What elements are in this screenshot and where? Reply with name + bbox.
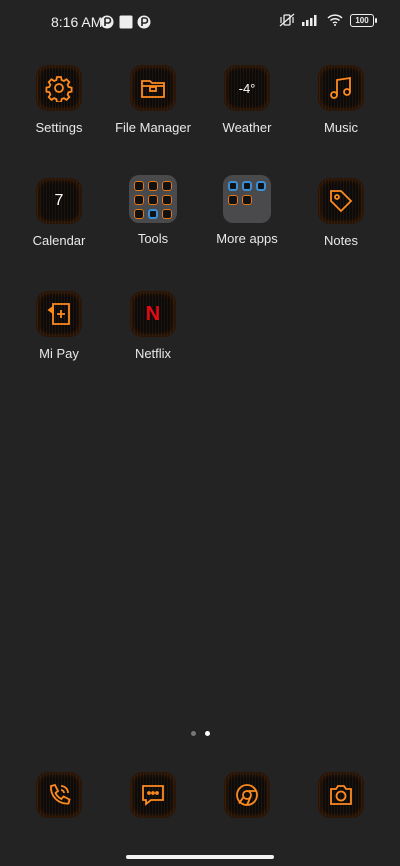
app-weather[interactable]: -4° Weather [200, 66, 294, 135]
app-label: Music [324, 120, 358, 135]
mini-app-icon [134, 209, 144, 219]
vibrate-icon [279, 13, 295, 27]
folder-icon [131, 66, 175, 110]
app-label: File Manager [115, 120, 191, 135]
app-file-manager[interactable]: File Manager [106, 66, 200, 135]
page-dot[interactable] [190, 731, 196, 736]
app-music[interactable]: Music [294, 66, 388, 135]
message-icon [131, 773, 175, 817]
folder-label: More apps [216, 231, 278, 246]
app-label: Settings [35, 120, 83, 135]
folder-tools[interactable]: Tools [106, 175, 200, 246]
app-settings[interactable]: Settings [12, 66, 106, 135]
weather-temperature: -4° [238, 80, 256, 96]
mi-pay-icon [37, 292, 81, 336]
wifi-icon [327, 14, 343, 26]
home-gesture-bar[interactable] [126, 855, 274, 859]
music-note-icon [319, 66, 363, 110]
dock-browser[interactable] [200, 773, 294, 817]
mini-app-icon [162, 209, 172, 219]
weather-icon: -4° [225, 66, 269, 110]
app-label: Mi Pay [39, 346, 79, 361]
notification-app-icon [137, 15, 151, 29]
mini-app-icon [134, 181, 144, 191]
app-notes[interactable]: Notes [294, 179, 388, 248]
browser-icon [225, 773, 269, 817]
app-netflix[interactable]: N Netflix [106, 292, 200, 361]
mini-app-icon [242, 195, 252, 205]
camera-icon [319, 773, 363, 817]
mini-app-icon [148, 181, 158, 191]
folder-more-apps[interactable]: More apps [200, 175, 294, 246]
tag-icon [319, 179, 363, 223]
mini-app-icon [148, 209, 158, 219]
mini-app-icon [242, 181, 252, 191]
mini-app-icon [148, 195, 158, 205]
mini-app-icon [228, 195, 238, 205]
status-bar: 8:16 AM 100 [0, 0, 400, 44]
app-calendar[interactable]: 7 Calendar [12, 179, 106, 248]
app-label: Calendar [32, 233, 86, 248]
app-label: Weather [222, 120, 272, 135]
page-dot-active[interactable] [204, 731, 210, 736]
app-mi-pay[interactable]: Mi Pay [12, 292, 106, 361]
folder-label: Tools [137, 231, 169, 246]
app-label: Notes [324, 233, 358, 248]
dock-phone[interactable] [12, 773, 106, 817]
netflix-logo-letter: N [145, 302, 161, 325]
app-label: Netflix [134, 346, 172, 361]
gear-icon [37, 66, 81, 110]
dock-camera[interactable] [294, 773, 388, 817]
mini-app-icon [134, 195, 144, 205]
mini-app-icon [162, 195, 172, 205]
signal-icon [302, 15, 317, 26]
tools-folder-preview [129, 175, 177, 223]
status-time: 8:16 AM [51, 14, 103, 30]
calendar-day: 7 [54, 192, 64, 209]
mini-app-icon [162, 181, 172, 191]
notification-app-icon [100, 15, 114, 29]
mini-app-icon [228, 181, 238, 191]
notification-square-icon [119, 15, 133, 29]
battery-indicator: 100 [350, 13, 377, 27]
netflix-icon: N [131, 292, 175, 336]
page-indicator[interactable] [0, 731, 400, 736]
phone-icon [37, 773, 81, 817]
dock-messages[interactable] [106, 773, 200, 817]
mini-app-icon [256, 181, 266, 191]
calendar-icon: 7 [37, 179, 81, 223]
more-apps-folder-preview [223, 175, 271, 223]
